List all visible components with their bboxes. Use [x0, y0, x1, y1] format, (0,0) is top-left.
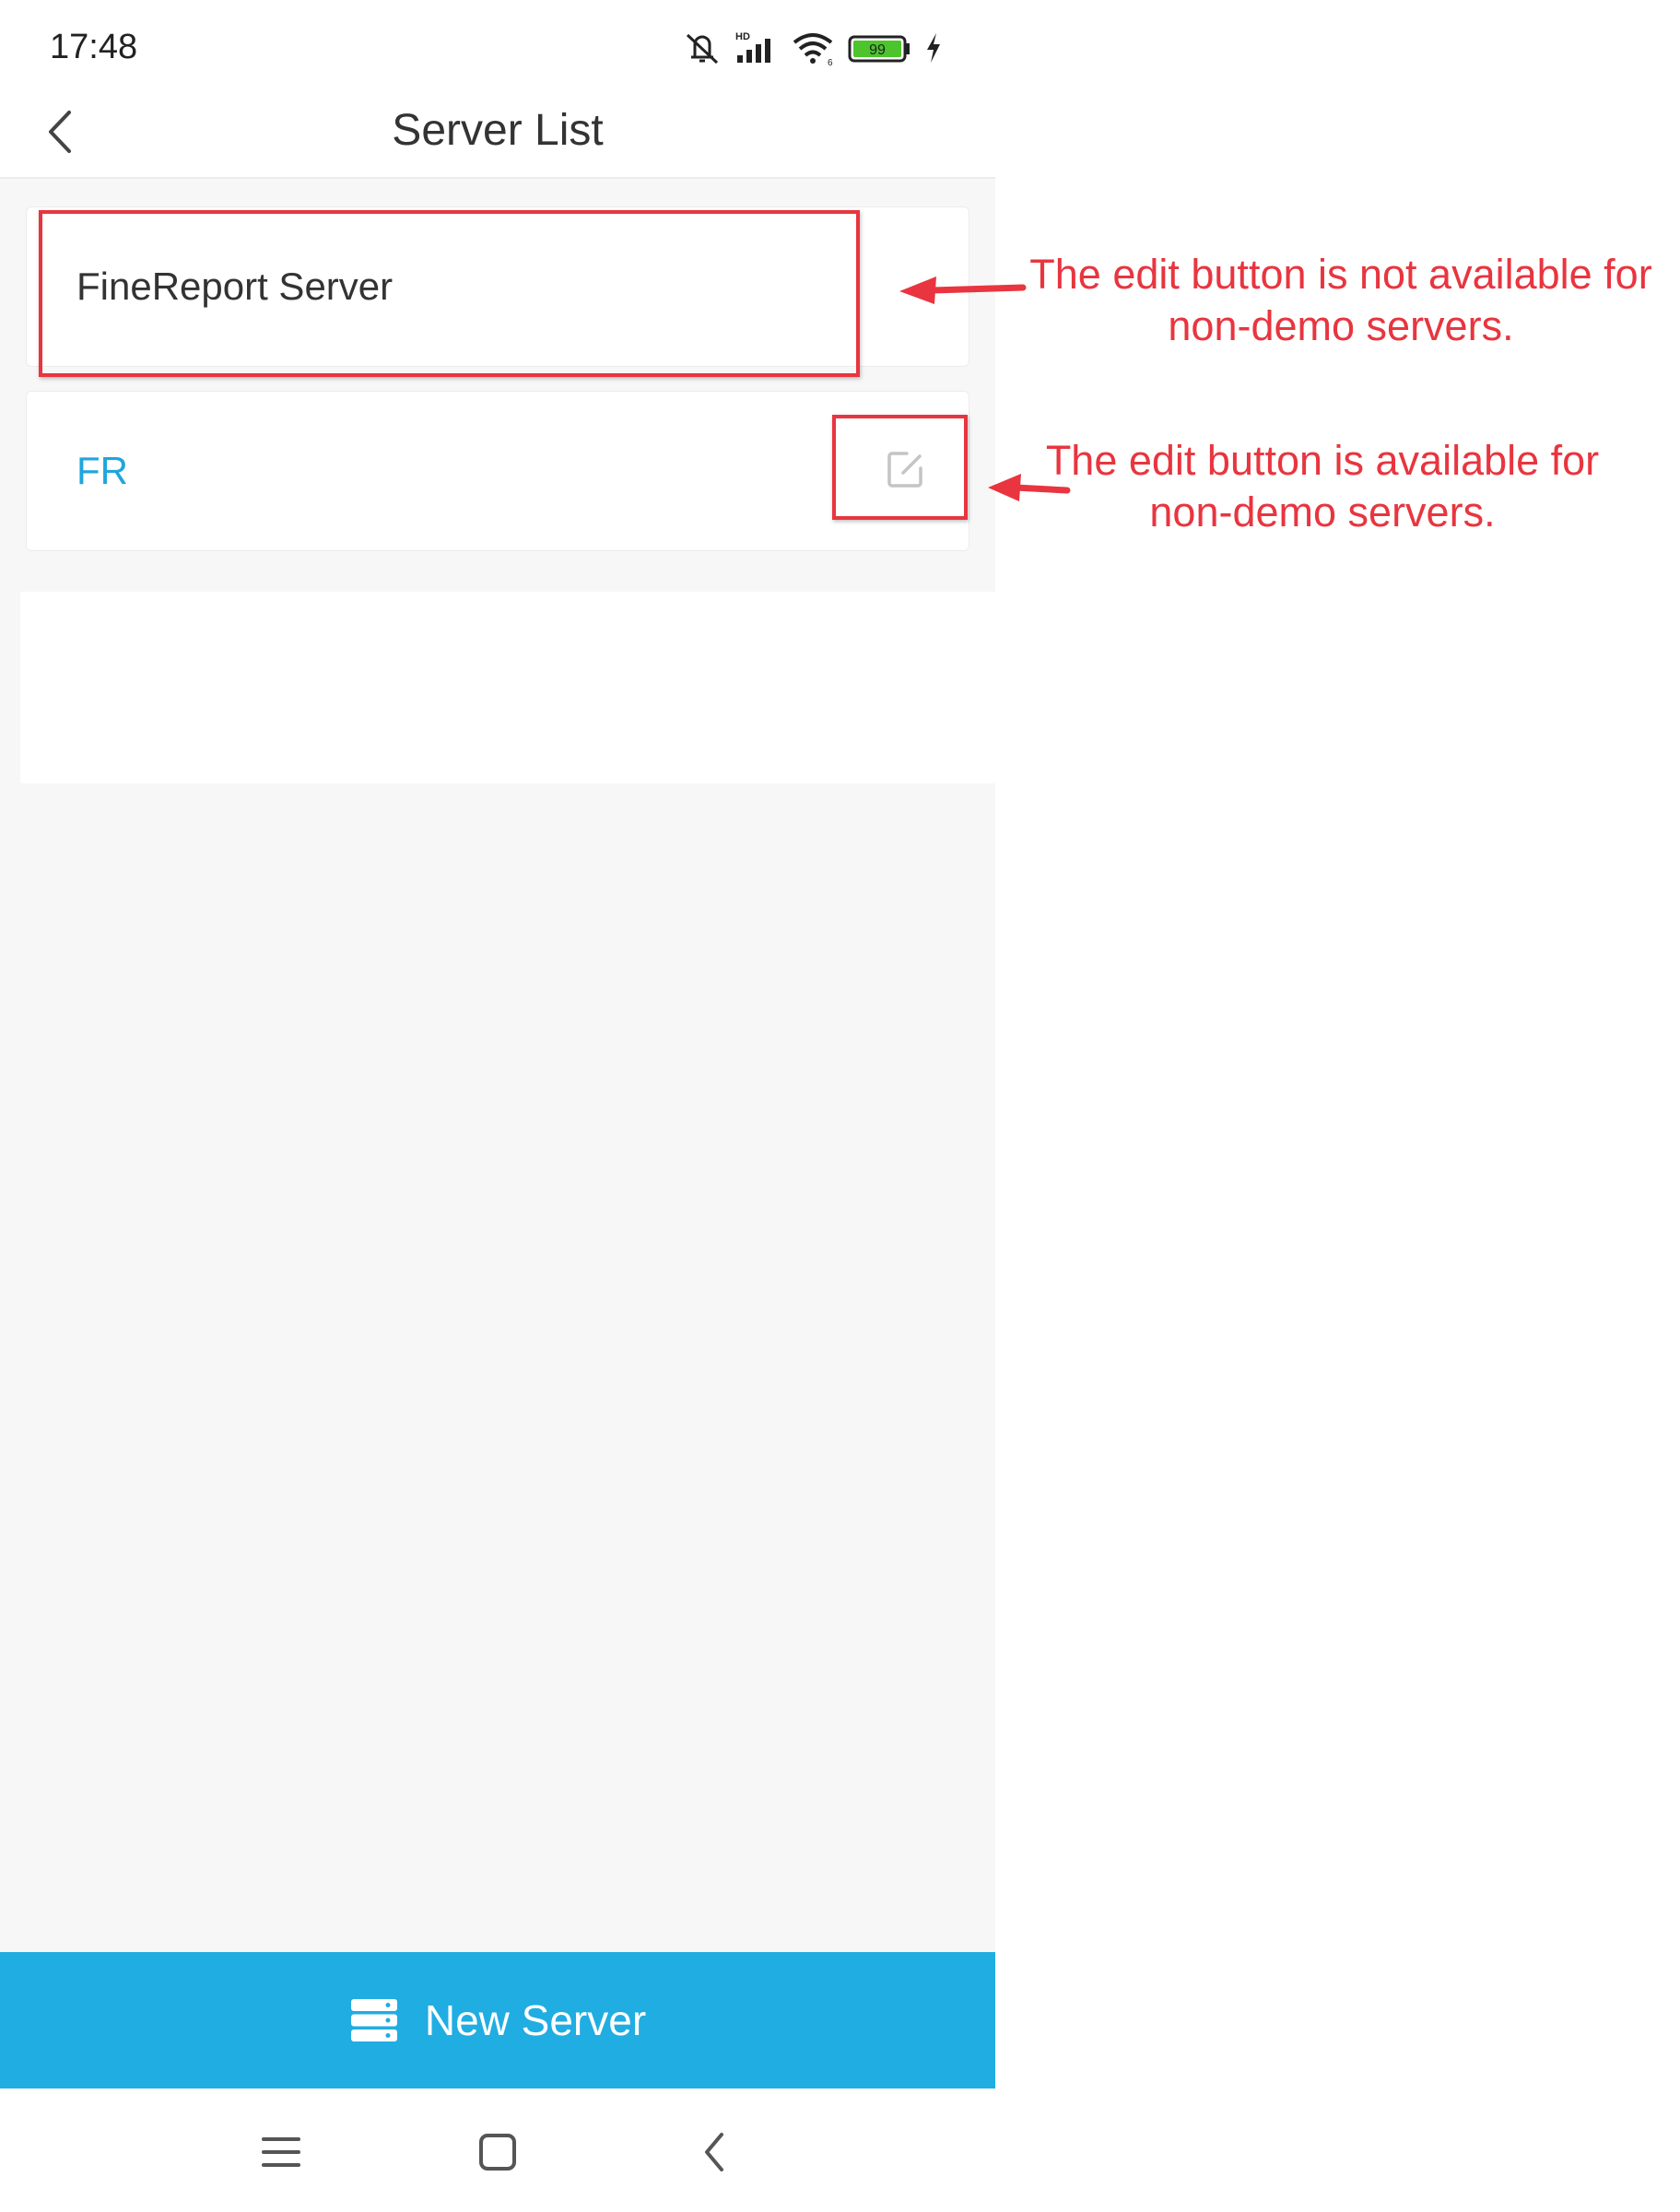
status-time: 17:48 — [50, 28, 138, 66]
status-icons: HD 6 99 — [682, 28, 944, 68]
hd-signal-icon: HD — [735, 31, 770, 63]
wifi-icon: 6 — [793, 33, 833, 66]
header: Server List — [0, 92, 995, 179]
page-title: Server List — [392, 106, 604, 155]
back-icon — [705, 2133, 723, 2171]
server-name: FR — [76, 449, 128, 492]
empty-area — [20, 592, 995, 783]
menu-icon — [262, 2137, 300, 2167]
battery-icon: 99 — [848, 35, 910, 63]
server-item-fr[interactable]: FR — [26, 391, 969, 551]
server-stack-icon — [350, 1999, 397, 2041]
mute-icon — [686, 33, 719, 65]
annotation-box-server-item — [39, 210, 860, 377]
nav-back-button[interactable] — [682, 2120, 746, 2184]
nav-home-button[interactable] — [465, 2120, 530, 2184]
nav-menu-button[interactable] — [249, 2120, 313, 2184]
network-badge: HD — [735, 31, 750, 42]
new-server-button[interactable]: New Server — [0, 1952, 995, 2088]
new-server-label: New Server — [424, 1996, 647, 2044]
annotation-arrow-2-head — [988, 474, 1021, 501]
annotation-text-not-available: The edit button is not available for non… — [1029, 251, 1652, 349]
wifi-badge: 6 — [828, 58, 833, 66]
annotation-box-edit-button — [832, 415, 968, 520]
battery-level: 99 — [869, 42, 886, 58]
charging-icon — [927, 33, 940, 63]
annotation-text-available: The edit button is available for non-dem… — [1045, 437, 1600, 535]
annotation-arrow-1 — [899, 276, 1027, 304]
home-icon — [479, 2134, 516, 2171]
navigation-bar — [0, 2088, 995, 2212]
status-bar: 17:48 HD 6 99 — [0, 0, 995, 92]
